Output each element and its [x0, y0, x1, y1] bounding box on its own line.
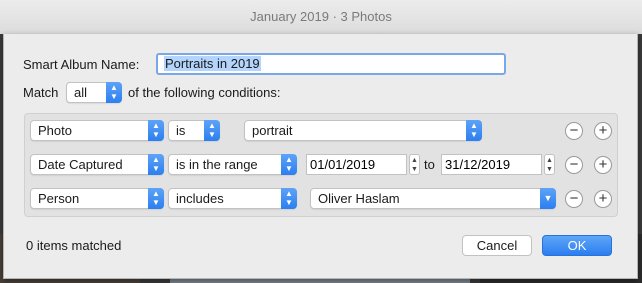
end-date-value: 31/12/2019 [445, 157, 511, 172]
album-name-field[interactable]: Portraits in 2019 [156, 53, 506, 75]
start-date-value: 01/01/2019 [310, 157, 376, 172]
chevron-updown-icon: ▲ ▼ [466, 120, 482, 141]
chevron-updown-icon: ▲ ▼ [106, 82, 122, 103]
condition-field-popup[interactable]: Date Captured ▲ ▼ [30, 154, 164, 175]
match-label: Match [23, 85, 59, 100]
chevron-down-icon: ▼ [540, 188, 556, 209]
condition-field-value: Date Captured [38, 157, 123, 172]
chevron-updown-icon: ▲ ▼ [148, 188, 164, 209]
end-date-stepper[interactable]: ▲ ▼ [544, 154, 555, 175]
match-popup-value: all [74, 85, 88, 100]
smart-album-sheet: Smart Album Name: Portraits in 2019 Matc… [3, 34, 638, 279]
album-name-label: Smart Album Name: [23, 57, 140, 72]
chevron-updown-icon: ▲ ▼ [281, 188, 297, 209]
cancel-button[interactable]: Cancel [462, 235, 532, 256]
conditions-list: Photo ▲ ▼ is ▲ ▼ portrait ▲ ▼ − + Date Capt… [24, 113, 618, 217]
chevron-updown-icon: ▲ ▼ [204, 120, 220, 141]
condition-value-text: portrait [252, 123, 293, 138]
add-condition-button[interactable]: + [594, 190, 612, 208]
condition-operator-popup[interactable]: includes ▲ ▼ [168, 188, 297, 209]
person-combo-box[interactable]: Oliver Haslam ▼ [310, 188, 556, 209]
condition-field-popup[interactable]: Person ▲ ▼ [30, 188, 164, 209]
chevron-updown-icon: ▲ ▼ [281, 154, 297, 175]
condition-operator-value: is in the range [176, 157, 258, 172]
date-range-to-label: to [424, 157, 435, 172]
add-condition-button[interactable]: + [594, 122, 612, 140]
end-date-field[interactable]: 31/12/2019 [441, 154, 542, 175]
chevron-updown-icon: ▲ ▼ [148, 120, 164, 141]
match-popup[interactable]: all ▲ ▼ [66, 82, 122, 103]
chevron-updown-icon: ▲ ▼ [148, 154, 164, 175]
remove-condition-button[interactable]: − [565, 156, 583, 174]
album-name-value: Portraits in 2019 [164, 56, 261, 71]
match-count-status: 0 items matched [26, 238, 122, 253]
condition-value-popup[interactable]: portrait ▲ ▼ [244, 120, 482, 141]
person-value: Oliver Haslam [318, 191, 400, 206]
condition-field-value: Photo [38, 123, 72, 138]
match-suffix-label: of the following conditions: [128, 85, 281, 100]
condition-operator-value: includes [176, 191, 224, 206]
condition-field-value: Person [38, 191, 80, 206]
condition-field-popup[interactable]: Photo ▲ ▼ [30, 120, 164, 141]
remove-condition-button[interactable]: − [565, 190, 583, 208]
start-date-field[interactable]: 01/01/2019 [306, 154, 407, 175]
condition-operator-popup[interactable]: is ▲ ▼ [168, 120, 220, 141]
window-title: January 2019 · 3 Photos [0, 0, 642, 35]
condition-operator-value: is [176, 123, 186, 138]
add-condition-button[interactable]: + [594, 156, 612, 174]
ok-button[interactable]: OK [542, 235, 612, 256]
condition-operator-popup[interactable]: is in the range ▲ ▼ [168, 154, 297, 175]
start-date-stepper[interactable]: ▲ ▼ [409, 154, 420, 175]
remove-condition-button[interactable]: − [565, 122, 583, 140]
